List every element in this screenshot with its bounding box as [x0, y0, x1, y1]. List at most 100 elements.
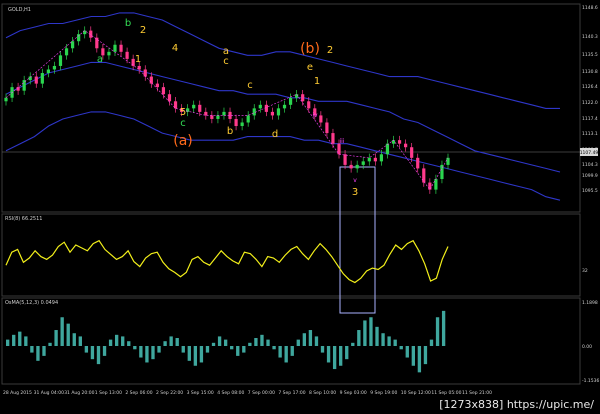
osma-top-tick: 1.1898 — [582, 300, 598, 306]
price-tick: 1148.6 — [582, 5, 598, 11]
rsi-level-label: 32 — [582, 268, 588, 274]
osma-bar — [236, 346, 240, 356]
osma-bar — [108, 339, 113, 346]
osma-bottom-tick: -1.1536 — [582, 378, 600, 384]
wave-label: 5 — [180, 107, 186, 118]
price-tick: 1126.4 — [582, 84, 598, 90]
candle-body — [397, 140, 402, 144]
candle-body — [113, 44, 117, 52]
wave-label: (a) — [173, 133, 193, 149]
wave-label: 2 — [140, 25, 146, 36]
osma-bar — [187, 346, 191, 361]
candle-body — [361, 161, 365, 165]
candle-body — [264, 104, 268, 112]
osma-bar — [260, 334, 264, 346]
chart-canvas[interactable]: 1148.6 1140.3 1135.5 1130.8 1126.4 1122.0 1117… — [0, 0, 600, 414]
mt4-chart-window: 1148.6 1140.3 1135.5 1130.8 1126.4 1122.0 1117… — [0, 0, 600, 414]
osma-bar — [96, 346, 101, 365]
candle-body — [125, 51, 129, 59]
candle-body — [222, 111, 226, 116]
osma-bar — [102, 346, 107, 356]
candle-body — [258, 104, 262, 109]
time-tick: 31 Aug 04:00 — [34, 390, 64, 396]
candle-body — [143, 69, 147, 77]
candle-body — [270, 111, 275, 116]
candle-body — [288, 97, 293, 105]
price-tick: 1117.4 — [582, 116, 598, 122]
time-tick: 28 Aug 2015 — [3, 390, 32, 396]
wave-label: v — [353, 177, 357, 184]
candle-body — [325, 122, 329, 134]
osma-bar — [211, 342, 216, 346]
price-tick: 1099.9 — [582, 173, 598, 179]
candle-body — [149, 76, 153, 84]
osma-bar — [18, 331, 22, 346]
price-tick: 1135.5 — [582, 52, 598, 58]
candle-body — [40, 73, 44, 84]
osma-bar — [278, 346, 282, 358]
wave-labels: ab1245c(a)acbcd(b)e123iiiivv — [97, 18, 358, 198]
osma-bar — [145, 346, 149, 363]
rsi-line — [5, 239, 449, 284]
wave-label: 4 — [172, 43, 178, 54]
time-tick: 9 Sep 19:00 — [370, 390, 397, 396]
osma-bar — [60, 317, 64, 346]
osma-bar — [399, 346, 403, 350]
osma-bar — [248, 342, 252, 346]
time-tick: 2 Sep 06:00 — [125, 390, 152, 396]
time-tick: 10 Sep 12:00 — [401, 390, 431, 396]
osma-bar — [139, 346, 143, 358]
candle-body — [355, 164, 359, 169]
osma-bar — [163, 341, 167, 346]
osma-bar — [12, 334, 16, 346]
osma-bar — [24, 336, 28, 346]
osma-bar — [199, 346, 204, 363]
osma-bar — [411, 346, 416, 366]
candle-body — [198, 104, 202, 112]
candle-body — [34, 76, 38, 84]
time-tick: 4 Sep 08:00 — [217, 390, 244, 396]
osma-bar — [357, 330, 361, 346]
candle-body — [161, 87, 166, 95]
bb-lower-line — [5, 111, 561, 201]
candle-body — [95, 37, 99, 49]
wave-label: iii — [339, 138, 344, 145]
price-tick: 1130.8 — [582, 69, 598, 75]
main-panel-title: GOLD,H1 — [8, 7, 31, 13]
candle-body — [252, 108, 256, 116]
wave-label: (b) — [300, 41, 320, 57]
osma-bar — [308, 330, 313, 346]
osma-bar — [393, 339, 397, 346]
price-tick: 1095.5 — [582, 188, 598, 194]
candle-body — [416, 157, 420, 169]
time-tick: 8 Sep 10:00 — [309, 390, 336, 396]
osma-bar — [169, 336, 173, 346]
candle-body — [331, 133, 335, 144]
osma-bar — [157, 346, 161, 353]
osma-bars — [6, 310, 446, 373]
wave-label: e — [307, 62, 313, 73]
candle-body — [216, 115, 220, 119]
time-tick: 2 Sep 22:00 — [156, 390, 183, 396]
time-tick: 1 Sep 13:00 — [95, 390, 122, 396]
time-tick: 7 Sep 00:00 — [248, 390, 275, 396]
wave-label: 3 — [352, 187, 358, 198]
osma-panel-title: OsMA(5,12,3) 0.0494 — [5, 300, 58, 306]
osma-bar — [441, 310, 446, 346]
osma-bar — [84, 346, 89, 353]
candle-body — [155, 83, 159, 88]
osma-bar — [230, 346, 234, 350]
time-axis: 28 Aug 2015 31 Aug 04:00 31 Aug 20:00 1 Sep… — [3, 390, 492, 396]
wave-label: c — [223, 56, 229, 67]
osma-bar — [429, 339, 434, 346]
osma-bar — [351, 342, 355, 346]
osma-bar — [320, 346, 325, 353]
candle-body — [434, 179, 438, 190]
price-tick: 1113.1 — [582, 131, 598, 137]
osma-bar — [290, 346, 294, 356]
osma-bar — [339, 346, 343, 366]
candle-body — [83, 30, 87, 35]
wave-label: 2 — [327, 45, 333, 56]
main-panel-frame — [1, 3, 581, 213]
osma-panel-frame — [1, 297, 581, 385]
